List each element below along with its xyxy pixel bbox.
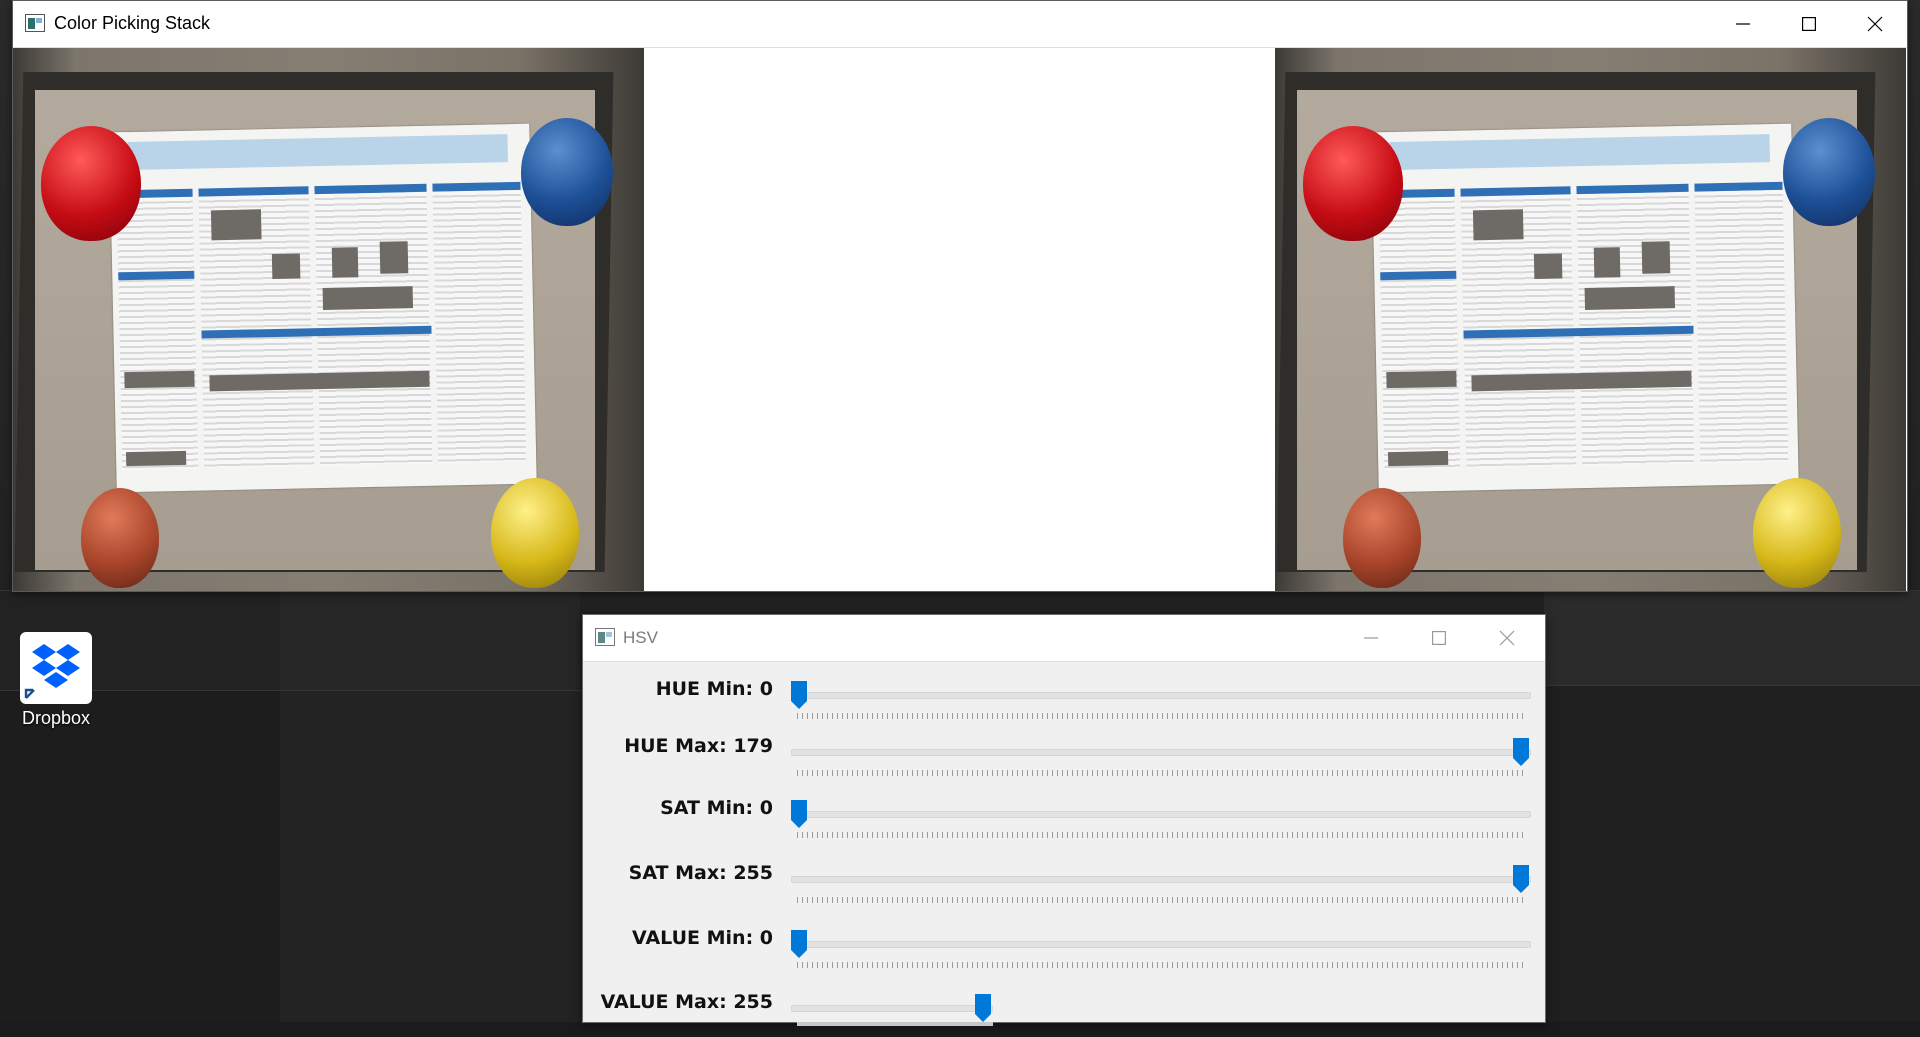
desk-shape [1544,685,1920,1022]
value-min-slider-thumb[interactable] [791,930,807,958]
window-titlebar[interactable]: Color Picking Stack [13,1,1907,48]
result-image-panel [1275,48,1907,591]
dropbox-icon [20,632,92,704]
hsv-maximize-button[interactable] [1405,615,1473,661]
hue-max-label: HUE Max: 179 [624,735,773,757]
minimize-button[interactable] [1710,1,1776,47]
dropbox-label: Dropbox [21,708,91,728]
sat-min-slider-thumb[interactable] [791,800,807,828]
value-min-track[interactable] [791,941,1531,948]
hue-min-slider-thumb[interactable] [791,681,807,709]
hue-max-ticks [797,770,1523,776]
minimize-icon [1736,23,1750,25]
desk-shape [0,690,280,1022]
app-window-icon [25,14,45,32]
camera-image [13,48,644,591]
hue-min-track[interactable] [791,692,1531,699]
color-picking-stack-window[interactable]: Color Picking Stack [12,0,1908,592]
value-min-ticks [797,962,1523,968]
hsv-window-titlebar[interactable]: HSV [583,615,1545,662]
value-max-slider-thumb[interactable] [975,994,991,1022]
sat-max-track[interactable] [791,876,1531,883]
image-stack [13,48,1907,591]
sat-min-slider-row: SAT Min: 0 [583,785,1545,845]
minimize-icon [1364,637,1378,639]
desk-shape [280,690,582,1022]
sat-min-track[interactable] [791,811,1531,818]
sat-min-ticks [797,832,1523,838]
close-icon [1867,16,1883,32]
hsv-close-button[interactable] [1473,615,1541,661]
hsv-trackbar-window[interactable]: HSV HUE Min: 0 HUE Max: 179 SAT Min: 0 S… [582,614,1546,1026]
close-icon [1499,630,1515,646]
hue-max-slider-row: HUE Max: 179 [583,721,1545,781]
hue-min-ticks [797,713,1523,719]
value-max-track[interactable] [791,1005,993,1012]
value-max-slider-row: VALUE Max: 255 [583,977,1545,1037]
app-window-icon [595,628,615,646]
original-image-panel [13,48,644,591]
mask-image-panel [644,48,1275,591]
hue-max-slider-thumb[interactable] [1513,738,1529,766]
hue-min-label: HUE Min: 0 [655,678,773,700]
value-max-label: VALUE Max: 255 [600,991,773,1013]
value-max-ticks [797,1022,993,1026]
hue-max-track[interactable] [791,749,1531,756]
maximize-icon [1802,17,1816,31]
desk-shape [280,590,580,691]
sat-min-label: SAT Min: 0 [660,797,773,819]
hue-min-slider-row: HUE Min: 0 [583,661,1545,721]
maximize-icon [1432,631,1446,645]
sat-max-label: SAT Max: 255 [628,862,773,884]
sat-max-ticks [797,897,1523,903]
value-min-label: VALUE Min: 0 [632,927,773,949]
close-button[interactable] [1842,1,1908,47]
sat-max-slider-row: SAT Max: 255 [583,849,1545,909]
result-image [1275,48,1906,591]
hsv-window-title: HSV [623,628,658,647]
dropbox-desktop-shortcut[interactable]: Dropbox [18,630,94,730]
hsv-minimize-button[interactable] [1337,615,1405,661]
value-min-slider-row: VALUE Min: 0 [583,913,1545,973]
window-title: Color Picking Stack [54,13,211,33]
maximize-button[interactable] [1776,1,1842,47]
desk-shape [1544,590,1920,686]
sat-max-slider-thumb[interactable] [1513,865,1529,893]
